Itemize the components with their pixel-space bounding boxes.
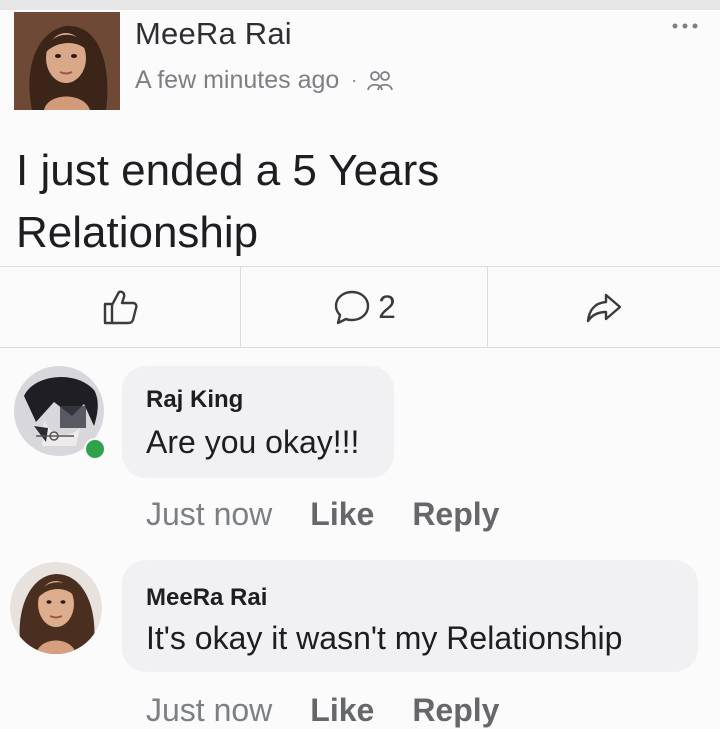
comment-bubble[interactable] — [122, 366, 394, 478]
comment-like-button[interactable]: Like — [310, 496, 374, 533]
more-dots-icon[interactable] — [670, 20, 700, 32]
post-meta: A few minutes ago · — [135, 66, 394, 95]
top-bar — [0, 0, 720, 10]
comment-button[interactable]: 2 — [240, 267, 488, 347]
comment-count: 2 — [378, 288, 396, 325]
meta-separator: · — [351, 70, 358, 90]
comment-timestamp: Just now — [146, 496, 273, 532]
comment-icon — [334, 290, 370, 325]
like-button[interactable] — [0, 267, 240, 347]
share-button[interactable] — [488, 267, 720, 347]
comment-like-button[interactable]: Like — [310, 692, 374, 729]
online-status-indicator — [84, 438, 106, 460]
post-action-bar: 2 — [0, 266, 720, 348]
commenter-avatar[interactable] — [10, 562, 102, 654]
share-icon — [586, 293, 622, 323]
commenter-name[interactable]: MeeRa Rai — [146, 584, 267, 612]
post-author-avatar[interactable] — [14, 12, 120, 110]
post-text: I just ended a 5 Years Relationship — [16, 146, 440, 257]
comment-reply-button[interactable]: Reply — [412, 692, 499, 729]
avatar-image — [10, 562, 102, 654]
friends-icon[interactable] — [367, 69, 394, 93]
comment-text: It's okay it wasn't my Relationship — [146, 620, 623, 656]
comment-actions: Just now Like Reply — [146, 496, 499, 533]
comment-actions: Just now Like Reply — [146, 692, 499, 729]
avatar-image — [14, 12, 120, 110]
comment-timestamp: Just now — [146, 692, 273, 728]
comment-reply-button[interactable]: Reply — [412, 496, 499, 533]
commenter-name[interactable]: Raj King — [146, 386, 243, 414]
thumbs-up-icon — [103, 290, 138, 325]
post-timestamp[interactable]: A few minutes ago — [135, 66, 339, 95]
comment-text: Are you okay!!! — [146, 424, 360, 460]
post-author-name[interactable]: MeeRa Rai — [135, 16, 292, 52]
